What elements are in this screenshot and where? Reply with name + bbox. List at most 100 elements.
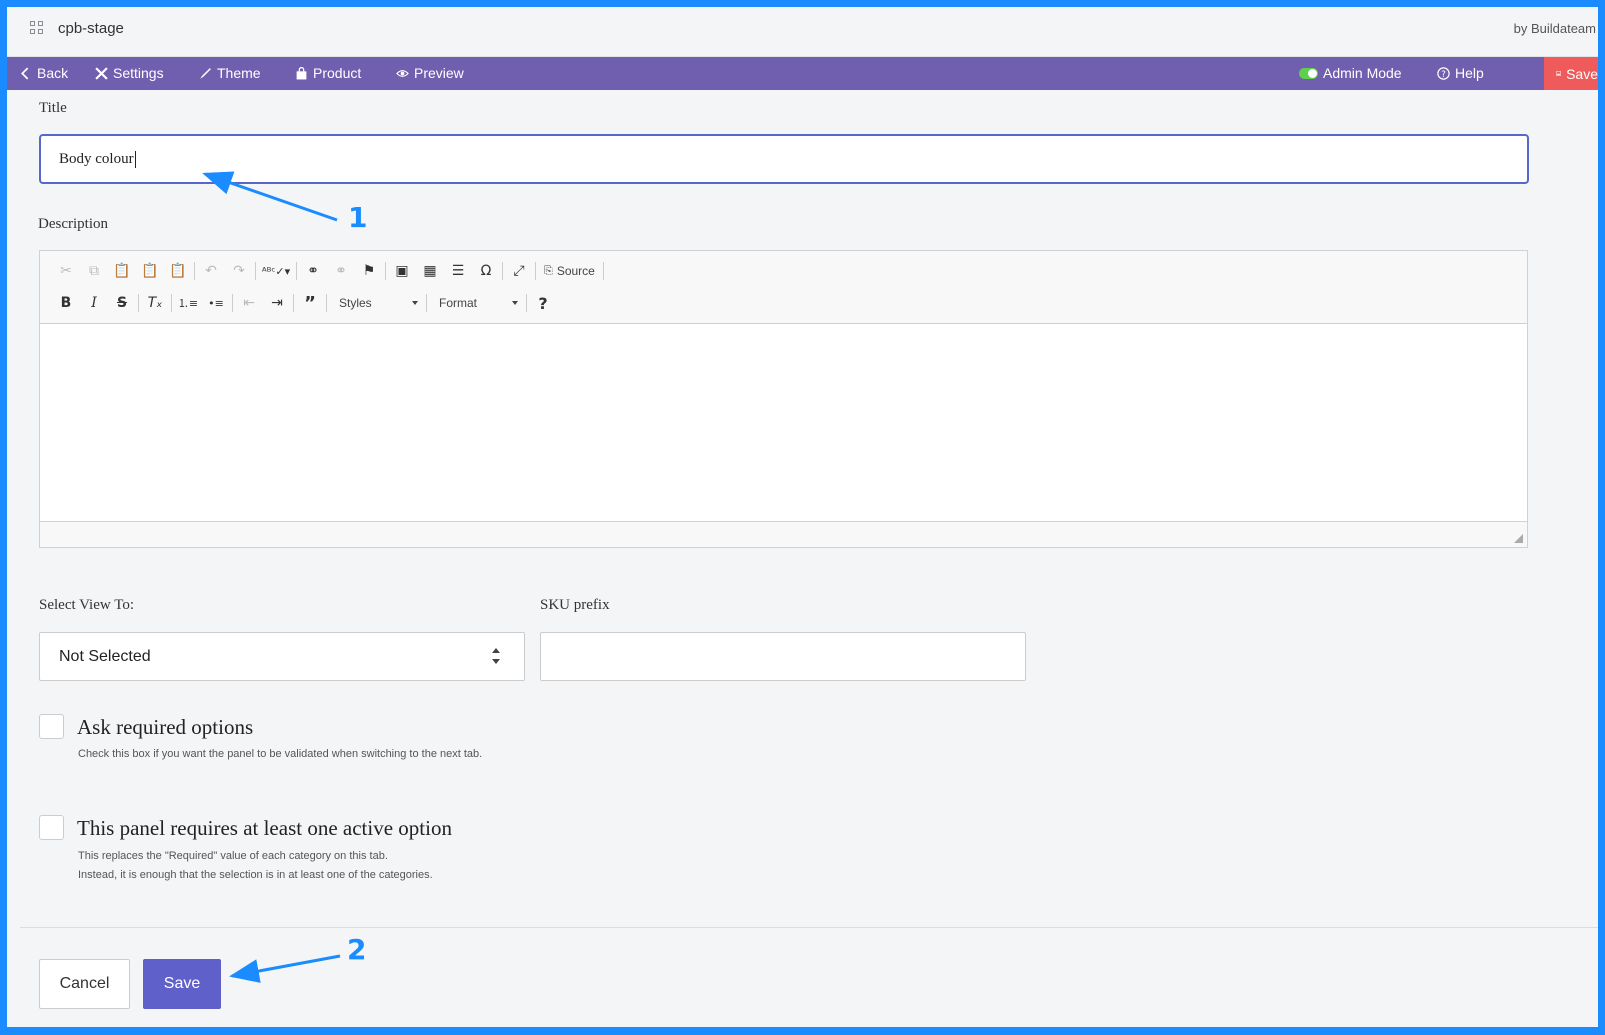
spellcheck-icon[interactable]: ᴬᴮᶜ✓▾ xyxy=(258,260,294,282)
admin-mode-toggle[interactable]: Admin Mode xyxy=(1299,65,1402,81)
annotation-number-1: 1 xyxy=(348,201,368,234)
help-question-icon[interactable]: ? xyxy=(529,292,557,314)
ask-required-title: Ask required options xyxy=(77,715,254,739)
toolbar-separator xyxy=(535,262,536,280)
undo-icon[interactable]: ↶ xyxy=(197,260,225,282)
top-bar: cpb-stage by Buildateam xyxy=(7,7,1598,57)
ask-required-help: Check this box if you want the panel to … xyxy=(78,748,483,760)
select-view-label: Select View To: xyxy=(39,597,134,613)
italic-icon[interactable]: I xyxy=(80,292,108,314)
select-view-dropdown[interactable]: Not Selected xyxy=(39,632,525,681)
source-doc-icon: ⎘ xyxy=(544,264,553,277)
svg-text:?: ? xyxy=(1441,69,1446,79)
theme-label: Theme xyxy=(217,65,261,81)
preview-button[interactable]: Preview xyxy=(396,65,464,81)
unlink-icon[interactable]: ⚭ xyxy=(327,260,355,282)
sort-arrows-icon xyxy=(492,648,501,664)
toolbar-separator xyxy=(385,262,386,280)
admin-mode-label: Admin Mode xyxy=(1323,65,1402,81)
requires-active-help: This replaces the "Required" value of ea… xyxy=(78,847,498,885)
grid-icon xyxy=(30,21,44,35)
paste-word-icon[interactable]: 📋 xyxy=(164,260,192,282)
brush-icon xyxy=(200,67,211,79)
caret-down-icon xyxy=(412,301,418,305)
title-label: Title xyxy=(39,100,67,116)
bold-icon[interactable]: B xyxy=(52,292,80,314)
help-label: Help xyxy=(1455,65,1484,81)
outdent-icon[interactable]: ⇤ xyxy=(235,292,263,314)
theme-button[interactable]: Theme xyxy=(199,65,261,81)
toolbar-separator xyxy=(293,294,294,312)
requires-active-checkbox[interactable] xyxy=(39,815,64,840)
cut-icon[interactable]: ✂ xyxy=(52,260,80,282)
paste-text-icon[interactable]: 📋 xyxy=(136,260,164,282)
nav-save-button[interactable]: Save xyxy=(1544,57,1598,90)
blockquote-icon[interactable]: ” xyxy=(296,292,324,314)
save-button[interactable]: Save xyxy=(143,959,221,1009)
annotation-arrow-2 xyxy=(229,954,341,983)
toolbar-row-2: B I S Tₓ ⒈≡ •≡ ⇤ ⇥ ” Styles Format ? xyxy=(52,292,557,314)
sku-prefix-input[interactable] xyxy=(540,632,1026,681)
toolbar-row-1: ✂ ⧉ 📋 📋 📋 ↶ ↷ ᴬᴮᶜ✓▾ ⚭ ⚭ ⚑ ▣ ▦ ☰ Ω ⤢ ⎘ So… xyxy=(52,260,606,282)
toolbar-separator xyxy=(326,294,327,312)
remove-format-icon[interactable]: Tₓ xyxy=(141,292,169,314)
requires-active-title: This panel requires at least one active … xyxy=(77,816,452,840)
nav-bar: Back Settings Theme Product Preview Admi… xyxy=(7,57,1598,90)
table-icon[interactable]: ▦ xyxy=(416,260,444,282)
back-label: Back xyxy=(37,65,69,81)
strikethrough-icon[interactable]: S xyxy=(108,292,136,314)
app-frame: cpb-stage by Buildateam Back Settings Th… xyxy=(0,0,1605,1035)
editor-toolbar: ✂ ⧉ 📋 📋 📋 ↶ ↷ ᴬᴮᶜ✓▾ ⚭ ⚭ ⚑ ▣ ▦ ☰ Ω ⤢ ⎘ So… xyxy=(40,251,1527,324)
styles-dropdown[interactable]: Styles xyxy=(329,292,424,314)
toolbar-separator xyxy=(526,294,527,312)
footer-divider xyxy=(20,927,1598,928)
copy-icon[interactable]: ⧉ xyxy=(80,260,108,282)
indent-icon[interactable]: ⇥ xyxy=(263,292,291,314)
toolbar-separator xyxy=(255,262,256,280)
toggle-switch-icon xyxy=(1299,67,1318,79)
cancel-button[interactable]: Cancel xyxy=(39,959,130,1009)
title-input[interactable]: Body colour xyxy=(39,134,1529,184)
select-view-value: Not Selected xyxy=(59,648,151,665)
question-circle-icon: ? xyxy=(1437,66,1450,79)
toolbar-separator xyxy=(426,294,427,312)
toolbar-separator xyxy=(138,294,139,312)
special-char-icon[interactable]: Ω xyxy=(472,260,500,282)
description-label: Description xyxy=(38,216,108,232)
horizontal-rule-icon[interactable]: ☰ xyxy=(444,260,472,282)
toolbar-separator xyxy=(171,294,172,312)
bulleted-list-icon[interactable]: •≡ xyxy=(202,292,230,314)
image-icon[interactable]: ▣ xyxy=(388,260,416,282)
brand-label: by Buildateam xyxy=(1513,21,1596,36)
source-button[interactable]: ⎘ Source xyxy=(538,260,601,282)
requires-active-help-line-2: Instead, it is enough that the selection… xyxy=(78,869,433,881)
help-button[interactable]: ? Help xyxy=(1437,65,1484,81)
link-icon[interactable]: ⚭ xyxy=(299,260,327,282)
editor-content-area[interactable] xyxy=(40,325,1527,521)
resize-handle-icon[interactable] xyxy=(1514,534,1523,543)
styles-label: Styles xyxy=(339,296,372,310)
rich-text-editor: ✂ ⧉ 📋 📋 📋 ↶ ↷ ᴬᴮᶜ✓▾ ⚭ ⚭ ⚑ ▣ ▦ ☰ Ω ⤢ ⎘ So… xyxy=(39,250,1528,548)
annotation-number-2: 2 xyxy=(347,933,367,966)
toolbar-separator xyxy=(194,262,195,280)
settings-label: Settings xyxy=(113,65,164,81)
ask-required-checkbox[interactable] xyxy=(39,714,64,739)
sku-prefix-label: SKU prefix xyxy=(540,597,610,613)
back-button[interactable]: Back xyxy=(19,65,68,81)
paste-icon[interactable]: 📋 xyxy=(108,260,136,282)
format-dropdown[interactable]: Format xyxy=(429,292,524,314)
settings-button[interactable]: Settings xyxy=(95,65,164,81)
product-label: Product xyxy=(313,65,362,81)
toolbar-separator xyxy=(602,262,604,280)
anchor-flag-icon[interactable]: ⚑ xyxy=(355,260,383,282)
numbered-list-icon[interactable]: ⒈≡ xyxy=(174,292,202,314)
maximize-icon[interactable]: ⤢ xyxy=(505,260,533,282)
redo-icon[interactable]: ↷ xyxy=(225,260,253,282)
source-label: Source xyxy=(556,264,595,278)
format-label: Format xyxy=(439,296,478,310)
chevron-left-icon xyxy=(21,66,29,80)
product-button[interactable]: Product xyxy=(295,65,361,81)
requires-active-help-line-1: This replaces the "Required" value of ea… xyxy=(78,850,388,862)
shopping-bag-icon xyxy=(296,66,307,79)
toolbar-separator xyxy=(232,294,233,312)
